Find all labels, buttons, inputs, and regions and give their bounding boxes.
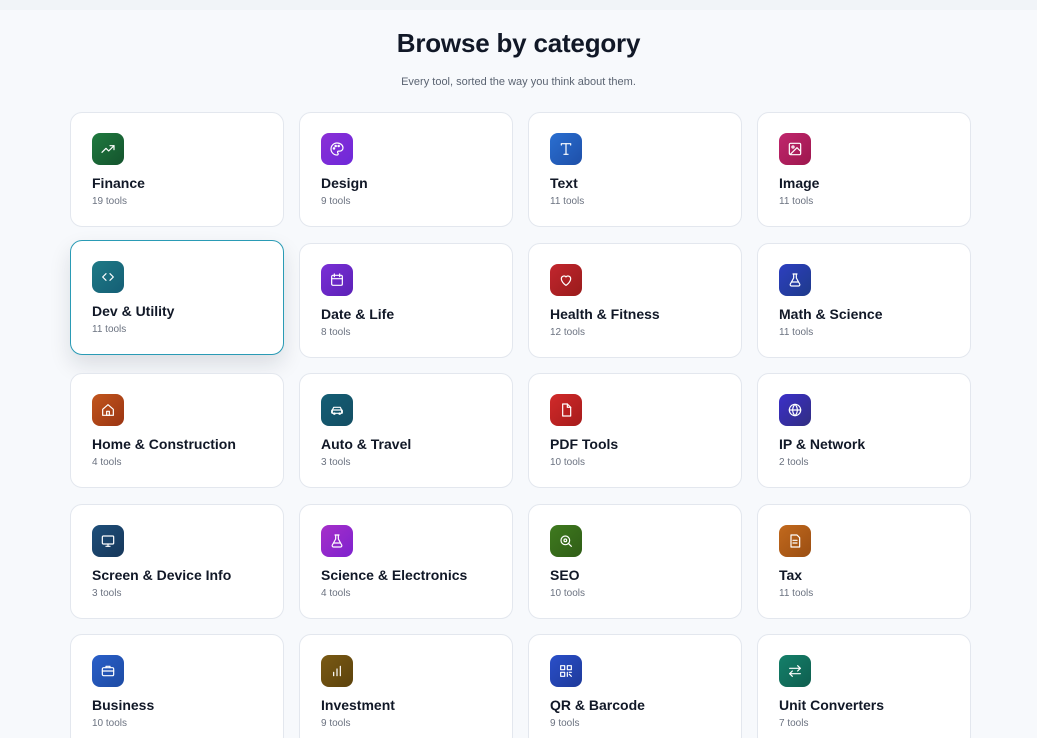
- code-icon: [92, 260, 124, 293]
- category-name: Dev & Utility: [92, 302, 175, 319]
- type-icon: [550, 133, 582, 165]
- category-name: Investment: [321, 697, 395, 713]
- category-tool-count: 19 tools: [92, 196, 128, 207]
- category-card-ip-and-network[interactable]: IP & Network 2 tools: [757, 373, 971, 488]
- arrows-swap-icon: [779, 655, 811, 687]
- calendar-icon: [321, 263, 353, 296]
- category-tool-count: 10 tools: [550, 587, 586, 599]
- file-icon: [550, 394, 582, 426]
- category-card-date-and-life[interactable]: Date & Life 8 tools: [299, 242, 513, 358]
- category-card-text[interactable]: Text 11 tools: [528, 112, 742, 227]
- category-tool-count: 9 tools: [321, 196, 351, 207]
- category-card-math-and-science[interactable]: Math & Science 11 tools: [757, 242, 971, 358]
- category-name: Design: [321, 175, 368, 191]
- category-grid: Finance 19 tools Design 9 tools Text 11 tools…: [70, 112, 971, 738]
- car-icon: [321, 394, 353, 426]
- briefcase-icon: [92, 655, 124, 687]
- beaker-icon: [321, 524, 353, 557]
- category-tool-count: 4 tools: [321, 587, 351, 599]
- category-card-dev-and-utility[interactable]: Dev & Utility 11 tools: [70, 239, 284, 355]
- category-name: Health & Fitness: [550, 305, 660, 322]
- search-icon: [550, 524, 582, 557]
- flask-icon: [779, 263, 811, 296]
- category-name: Text: [550, 175, 578, 191]
- category-tool-count: 12 tools: [550, 326, 586, 338]
- category-card-unit-converters[interactable]: Unit Converters 7 tools: [757, 634, 971, 738]
- category-tool-count: 4 tools: [92, 457, 122, 468]
- category-card-image[interactable]: Image 11 tools: [757, 112, 971, 227]
- category-name: Business: [92, 697, 155, 713]
- category-name: Image: [779, 175, 820, 191]
- category-name: Tax: [779, 566, 803, 583]
- category-card-design[interactable]: Design 9 tools: [299, 112, 513, 227]
- category-name: IP & Network: [779, 436, 866, 452]
- category-name: Unit Converters: [779, 697, 885, 713]
- category-card-pdf-tools[interactable]: PDF Tools 10 tools: [528, 373, 742, 488]
- category-card-auto-and-travel[interactable]: Auto & Travel 3 tools: [299, 373, 513, 488]
- category-name: Finance: [92, 175, 145, 191]
- browse-section: Browse by category Every tool, sorted th…: [0, 10, 1037, 738]
- category-name: PDF Tools: [550, 436, 619, 452]
- category-card-seo[interactable]: SEO 10 tools: [528, 503, 742, 619]
- category-card-tax[interactable]: Tax 11 tools: [757, 503, 971, 619]
- category-tool-count: 9 tools: [321, 718, 351, 729]
- bar-chart-icon: [321, 655, 353, 687]
- category-card-investment[interactable]: Investment 9 tools: [299, 634, 513, 738]
- receipt-icon: [779, 524, 811, 557]
- category-name: Math & Science: [779, 305, 883, 322]
- category-name: Screen & Device Info: [92, 566, 232, 583]
- category-tool-count: 11 tools: [779, 326, 814, 338]
- heart-icon: [550, 263, 582, 296]
- category-name: QR & Barcode: [550, 697, 645, 713]
- category-tool-count: 10 tools: [550, 457, 586, 468]
- category-tool-count: 3 tools: [92, 587, 122, 599]
- category-tool-count: 7 tools: [779, 718, 809, 729]
- category-card-home-and-construction[interactable]: Home & Construction 4 tools: [70, 373, 284, 488]
- category-tool-count: 11 tools: [779, 196, 814, 207]
- category-tool-count: 8 tools: [321, 326, 351, 338]
- image-icon: [779, 133, 811, 165]
- category-card-finance[interactable]: Finance 19 tools: [70, 112, 284, 227]
- category-tool-count: 3 tools: [321, 457, 351, 468]
- category-tool-count: 10 tools: [92, 718, 128, 729]
- category-name: Home & Construction: [92, 436, 236, 452]
- trending-up-icon: [92, 133, 124, 165]
- category-card-business[interactable]: Business 10 tools: [70, 634, 284, 738]
- category-tool-count: 11 tools: [92, 323, 127, 335]
- category-name: SEO: [550, 566, 580, 583]
- category-tool-count: 2 tools: [779, 457, 809, 468]
- category-tool-count: 9 tools: [550, 718, 580, 729]
- category-name: Date & Life: [321, 305, 395, 322]
- monitor-icon: [92, 524, 124, 557]
- category-card-health-and-fitness[interactable]: Health & Fitness 12 tools: [528, 242, 742, 358]
- page-subtitle: Every tool, sorted the way you think abo…: [401, 76, 636, 88]
- category-card-science-and-electronics[interactable]: Science & Electronics 4 tools: [299, 503, 513, 619]
- globe-icon: [779, 394, 811, 426]
- palette-icon: [321, 133, 353, 165]
- top-bar: [0, 0, 1037, 10]
- category-tool-count: 11 tools: [550, 196, 585, 207]
- home-icon: [92, 394, 124, 426]
- category-card-qr-and-barcode[interactable]: QR & Barcode 9 tools: [528, 634, 742, 738]
- category-tool-count: 11 tools: [779, 587, 814, 599]
- category-name: Science & Electronics: [321, 566, 468, 583]
- qr-code-icon: [550, 655, 582, 687]
- page-title: Browse by category: [396, 28, 641, 58]
- category-card-screen-and-device-info[interactable]: Screen & Device Info 3 tools: [70, 503, 284, 619]
- category-name: Auto & Travel: [321, 436, 412, 452]
